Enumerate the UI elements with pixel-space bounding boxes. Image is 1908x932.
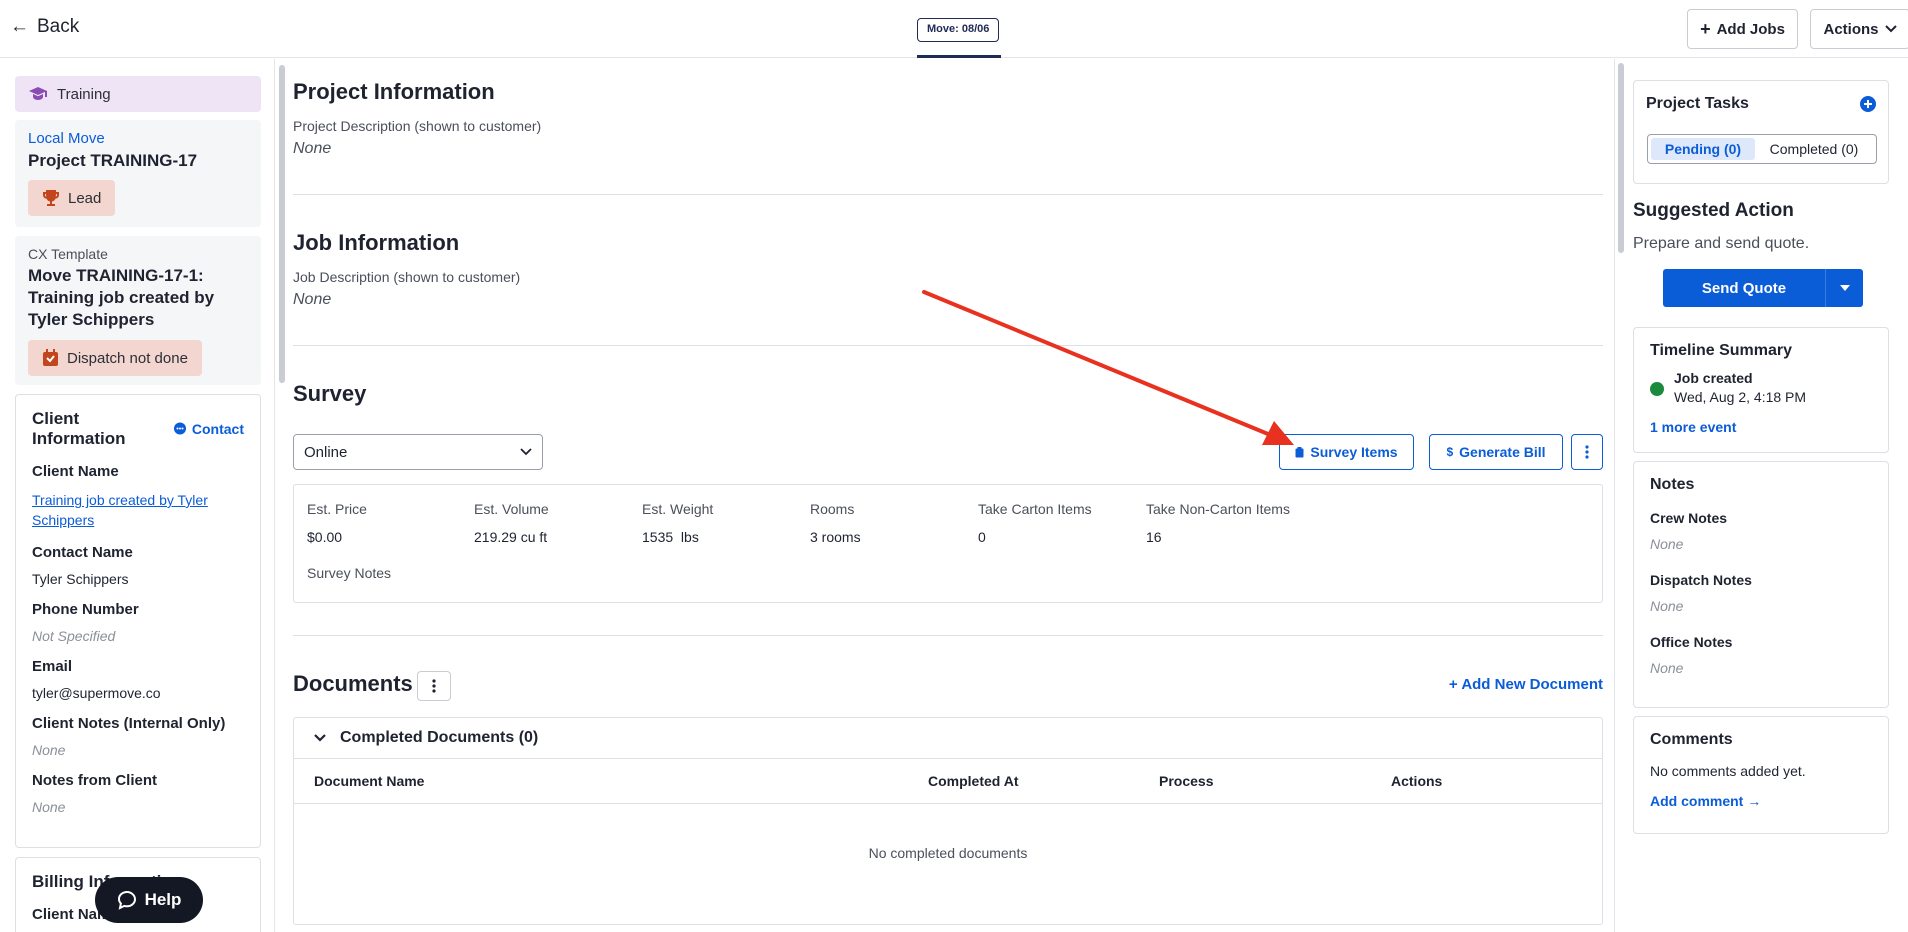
caret-down-icon <box>1839 285 1850 291</box>
send-quote-split-button: Send Quote <box>1663 269 1863 307</box>
tab-completed[interactable]: Completed (0) <box>1755 138 1873 160</box>
crew-notes-value: None <box>1650 536 1684 552</box>
timeline-event: Job created <box>1674 370 1753 386</box>
send-quote-dropdown[interactable] <box>1826 269 1863 307</box>
comments-title: Comments <box>1650 731 1733 748</box>
send-quote-button[interactable]: Send Quote <box>1663 269 1826 307</box>
crew-notes-label: Crew Notes <box>1650 510 1728 526</box>
dispatch-notes-label: Dispatch Notes <box>1650 572 1752 588</box>
timeline-title: Timeline Summary <box>1650 342 1792 359</box>
status-dot-icon <box>1650 382 1664 396</box>
office-notes-label: Office Notes <box>1650 634 1733 650</box>
dispatch-notes-value: None <box>1650 598 1684 614</box>
comments-empty-text: No comments added yet. <box>1650 763 1806 779</box>
timeline-time: Wed, Aug 2, 4:18 PM <box>1674 389 1807 405</box>
suggested-action-title: Suggested Action <box>1633 200 1794 221</box>
tab-pending[interactable]: Pending (0) <box>1651 138 1755 160</box>
tasks-tab-group: Pending (0) Completed (0) <box>1647 134 1877 164</box>
project-tasks-card: Project Tasks Pending (0) Completed (0) <box>1633 80 1889 184</box>
comments-card: Comments No comments added yet. Add comm… <box>1633 716 1889 834</box>
project-tasks-title: Project Tasks <box>1646 95 1749 112</box>
suggested-action-text: Prepare and send quote. <box>1633 235 1810 252</box>
more-events-link[interactable]: 1 more event <box>1650 419 1872 435</box>
office-notes-value: None <box>1650 660 1684 676</box>
add-task-icon[interactable] <box>1860 96 1876 112</box>
notes-card: Notes Crew Notes None Dispatch Notes Non… <box>1633 461 1889 708</box>
add-comment-link[interactable]: Add comment → <box>1650 793 1872 809</box>
notes-title: Notes <box>1650 476 1695 493</box>
timeline-summary-card: Timeline Summary Job created Wed, Aug 2,… <box>1633 327 1889 453</box>
right-scrollbar[interactable] <box>1618 63 1624 253</box>
